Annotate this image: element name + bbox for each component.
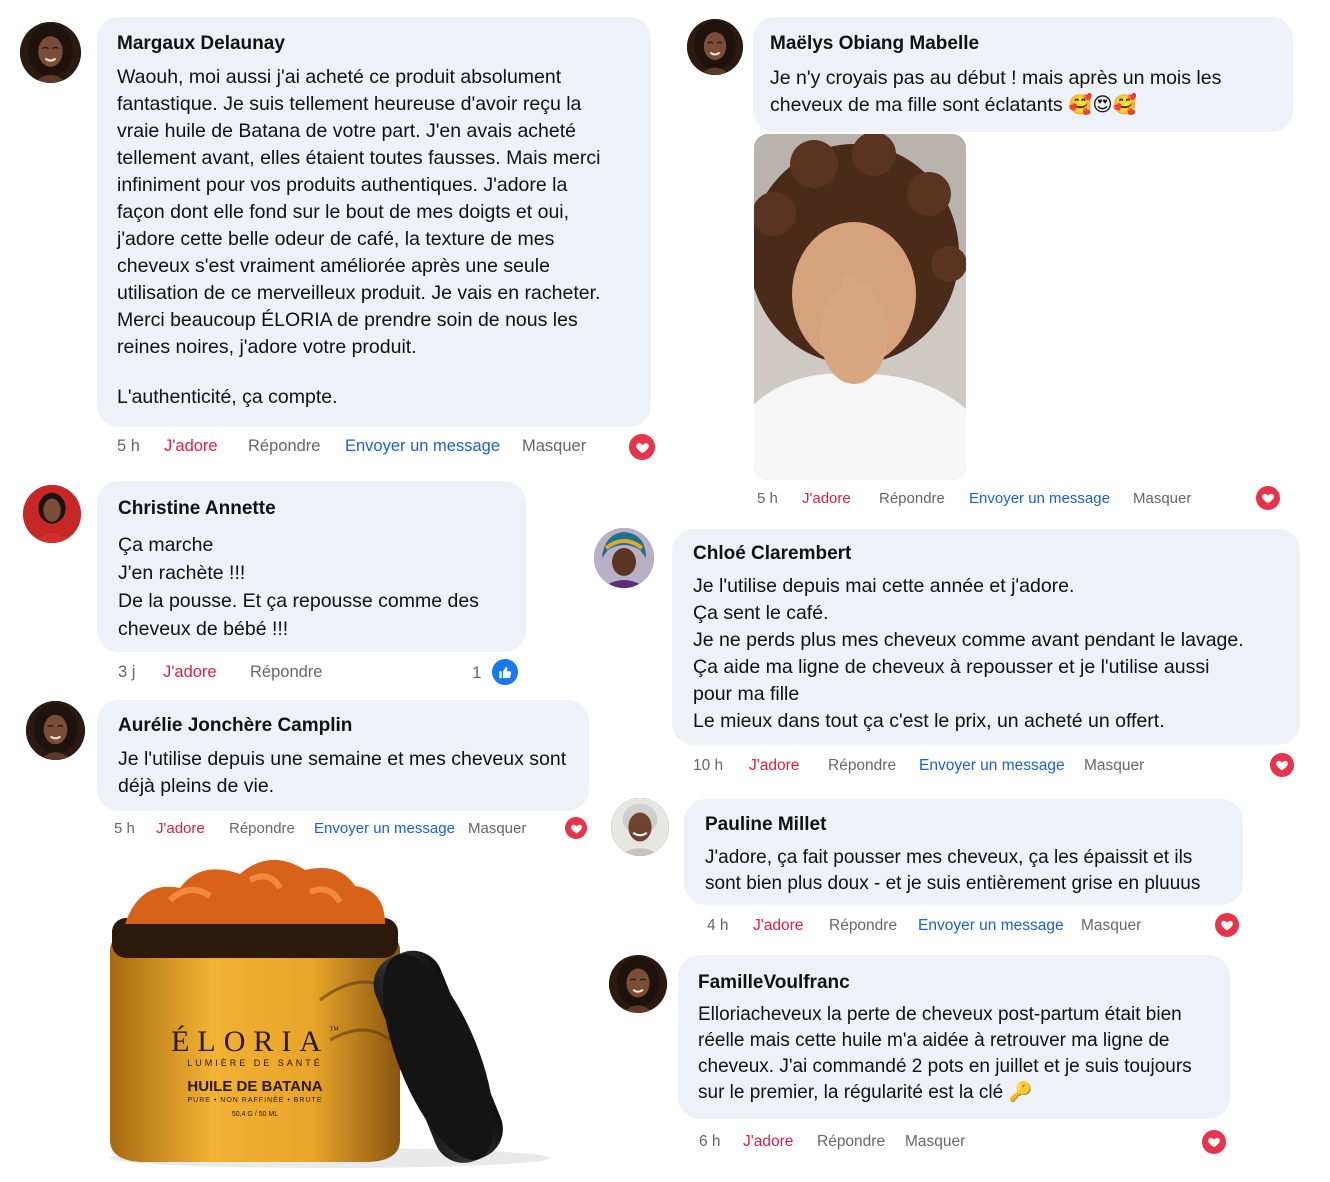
send-message-button[interactable]: Envoyer un message (314, 820, 455, 837)
comment-actions: 5 h J'adore Répondre Envoyer un message … (757, 490, 1197, 510)
react-button[interactable]: J'adore (753, 917, 803, 935)
react-button[interactable]: J'adore (743, 1133, 793, 1151)
react-button[interactable]: J'adore (164, 437, 218, 456)
send-message-button[interactable]: Envoyer un message (919, 757, 1065, 775)
comment-text: J'adore, ça fait pousser mes cheveux, ça… (705, 847, 1201, 894)
reply-button[interactable]: Répondre (828, 757, 896, 775)
comment-actions: 6 h J'adore Répondre Masquer (699, 1133, 1019, 1153)
comment-text: Je l'utilise depuis mai cette année et j… (693, 575, 1244, 732)
comment-time: 5 h (114, 820, 135, 837)
reply-button[interactable]: Répondre (248, 437, 320, 456)
reaction-count[interactable]: 1 (472, 663, 481, 683)
comment-text: Je l'utilise depuis une semaine et mes c… (118, 748, 567, 797)
comment-author[interactable]: Maëlys Obiang Mabelle (770, 33, 979, 55)
comment-text: Ça marche J'en rachète !!! De la pousse.… (118, 534, 479, 640)
hide-button[interactable]: Masquer (1081, 917, 1141, 935)
hide-button[interactable]: Masquer (1133, 490, 1191, 507)
comment-author[interactable]: Margaux Delaunay (117, 33, 285, 55)
avatar[interactable] (23, 485, 81, 543)
comment-author[interactable]: Pauline Millet (705, 814, 826, 836)
product-photo: ÉLORIA™ LUMIÈRE DE SANTÉ HUILE DE BATANA… (100, 840, 570, 1170)
heart-reaction-icon[interactable] (1254, 484, 1282, 512)
reply-button[interactable]: Répondre (229, 820, 295, 837)
heart-reaction-icon[interactable] (1268, 751, 1296, 779)
avatar[interactable] (609, 955, 667, 1013)
comment-author[interactable]: Christine Annette (118, 498, 276, 520)
heart-reaction-icon[interactable] (627, 432, 657, 462)
heart-reaction-icon[interactable] (563, 815, 589, 841)
heart-reaction-icon[interactable] (1213, 911, 1241, 939)
comment-author[interactable]: Chloé Clarembert (693, 543, 851, 565)
send-message-button[interactable]: Envoyer un message (345, 437, 500, 456)
comment-time: 6 h (699, 1133, 721, 1150)
product-size: 50,4 G / 50 ML (231, 1111, 279, 1118)
product-name: HUILE DE BATANA (187, 1078, 323, 1095)
comment-text-footer: L'authenticité, ça compte. (117, 386, 338, 408)
comment-actions: 4 h J'adore Répondre Envoyer un message … (707, 917, 1167, 937)
comment-author[interactable]: FamilleVoulfranc (698, 972, 850, 994)
hide-button[interactable]: Masquer (468, 820, 526, 837)
avatar[interactable] (26, 701, 85, 760)
comment-text: Elloriacheveux la perte de cheveux post-… (698, 1004, 1192, 1103)
send-message-button[interactable]: Envoyer un message (918, 917, 1064, 935)
comment-time: 4 h (707, 917, 729, 934)
reply-button[interactable]: Répondre (817, 1133, 885, 1151)
react-button[interactable]: J'adore (802, 490, 851, 507)
product-tagline: LUMIÈRE DE SANTÉ (187, 1058, 323, 1068)
comment-actions: 10 h J'adore Répondre Envoyer un message… (693, 757, 1163, 777)
product-desc: PURE • NON RAFFINÉE • BRUTE (187, 1097, 323, 1104)
comment-author[interactable]: Aurélie Jonchère Camplin (118, 715, 352, 737)
avatar[interactable] (611, 798, 669, 856)
hide-button[interactable]: Masquer (522, 437, 586, 456)
comment-time: 5 h (757, 490, 778, 507)
reply-button[interactable]: Répondre (879, 490, 945, 507)
comment-text: Je n'y croyais pas au début ! mais après… (770, 67, 1222, 116)
comment-time: 3 j (118, 663, 136, 681)
send-message-button[interactable]: Envoyer un message (969, 490, 1110, 507)
reply-button[interactable]: Répondre (250, 663, 322, 682)
reply-button[interactable]: Répondre (829, 917, 897, 935)
comment-actions: 5 h J'adore Répondre Envoyer un message … (117, 437, 637, 459)
react-button[interactable]: J'adore (163, 663, 217, 682)
comment-photo[interactable] (754, 134, 966, 480)
react-button[interactable]: J'adore (749, 757, 799, 775)
hide-button[interactable]: Masquer (1084, 757, 1144, 775)
comment-actions: 5 h J'adore Répondre Envoyer un message … (114, 820, 544, 840)
thumbs-up-icon[interactable] (490, 657, 520, 687)
avatar[interactable] (687, 19, 743, 75)
comment-time: 5 h (117, 437, 140, 455)
product-brand: ÉLORIA™ (171, 1025, 339, 1058)
comment-actions: 3 j J'adore Répondre (118, 663, 418, 685)
avatar[interactable] (594, 528, 654, 588)
comment-text: Waouh, moi aussi j'ai acheté ce produit … (117, 66, 601, 358)
avatar[interactable] (20, 22, 81, 83)
react-button[interactable]: J'adore (156, 820, 205, 837)
heart-reaction-icon[interactable] (1200, 1128, 1228, 1156)
comment-time: 10 h (693, 757, 724, 774)
hide-button[interactable]: Masquer (905, 1133, 965, 1151)
